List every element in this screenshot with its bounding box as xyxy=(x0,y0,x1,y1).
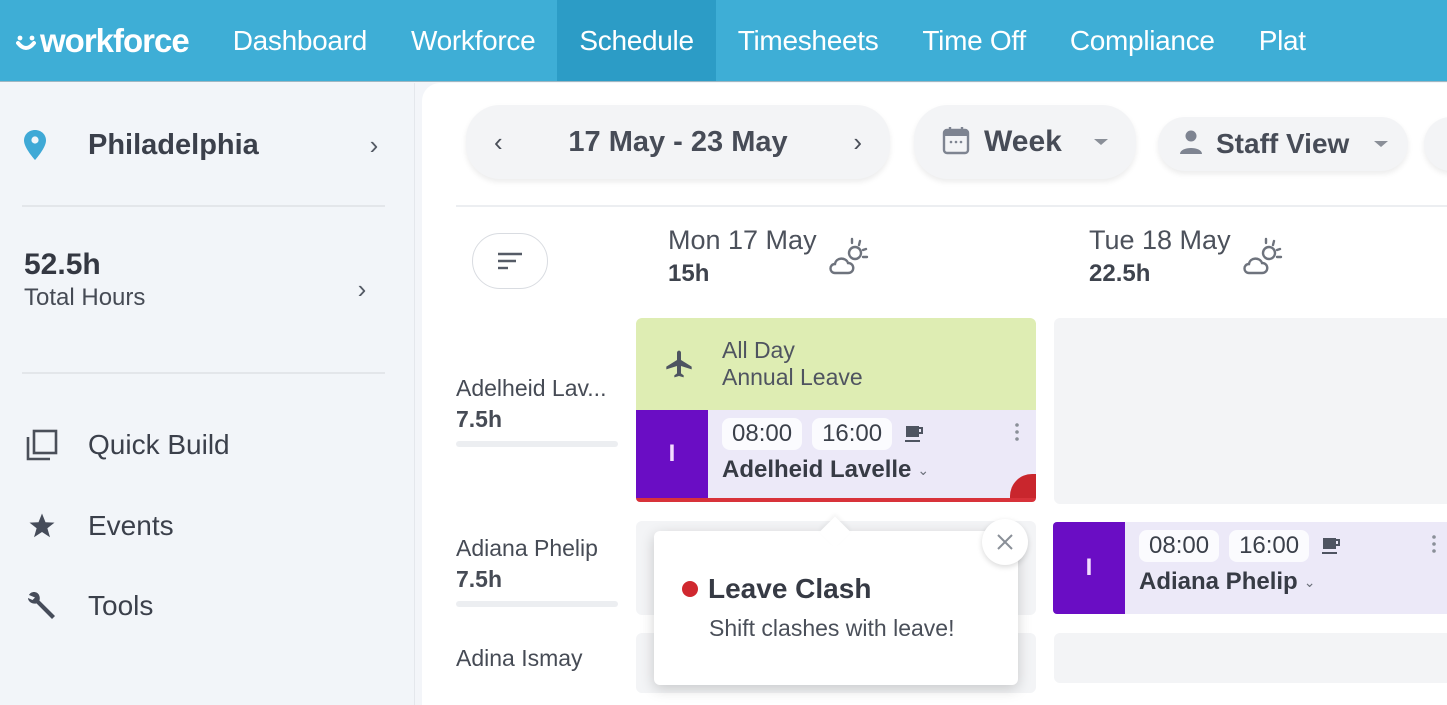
star-icon xyxy=(24,508,60,544)
schedule-panel: ‹ 17 May - 23 May › Week Staff View Mon … xyxy=(422,83,1447,705)
role-badge: I xyxy=(636,410,708,498)
top-nav: workforce Dashboard Workforce Schedule T… xyxy=(0,0,1447,82)
view-dropdown[interactable]: Staff View xyxy=(1158,117,1408,171)
person-icon xyxy=(1178,129,1204,160)
day-header-tue[interactable]: Tue 18 May 22.5h xyxy=(1089,225,1285,288)
day-hours: 15h xyxy=(668,260,710,287)
status-dot xyxy=(682,581,698,597)
close-icon xyxy=(997,534,1013,550)
nav-timesheets[interactable]: Timesheets xyxy=(716,0,901,81)
period-dropdown[interactable]: Week xyxy=(914,105,1136,179)
chevron-left-icon[interactable]: ‹ xyxy=(494,127,503,158)
day-label: Mon 17 May xyxy=(668,225,817,255)
empty-schedule-cell[interactable] xyxy=(1054,633,1447,683)
caret-down-icon xyxy=(1374,141,1388,147)
total-hours-summary[interactable]: 52.5h Total Hours › xyxy=(24,248,384,312)
sidebar-item-label: Quick Build xyxy=(88,429,230,460)
leave-block[interactable]: All Day Annual Leave xyxy=(636,318,1036,410)
sidebar-item-events[interactable]: Events xyxy=(24,504,384,548)
leave-duration: All Day xyxy=(722,337,795,363)
shift-end-time[interactable]: 16:00 xyxy=(812,418,893,450)
location-label: Philadelphia xyxy=(88,128,259,161)
day-label: Tue 18 May xyxy=(1089,225,1231,255)
calendar-icon xyxy=(942,125,970,160)
sort-lines-icon xyxy=(498,252,522,270)
date-range-picker: ‹ 17 May - 23 May › xyxy=(466,105,890,179)
location-selector[interactable]: Philadelphia › xyxy=(24,123,384,167)
logo-text: workforce xyxy=(40,21,190,59)
shift-card[interactable]: I 08:00 16:00 Adelheid Lavelle ⌄ xyxy=(636,410,1036,502)
staff-row[interactable]: Adina Ismay xyxy=(456,645,626,672)
more-options-button[interactable] xyxy=(1424,117,1447,171)
shift-employee-name[interactable]: Adelheid Lavelle xyxy=(722,456,911,484)
map-pin-icon xyxy=(24,127,60,163)
staff-name: Adelheid Lav... xyxy=(456,375,607,401)
nav-workforce[interactable]: Workforce xyxy=(389,0,557,81)
chevron-right-icon: › xyxy=(369,129,379,160)
shift-end-time[interactable]: 16:00 xyxy=(1229,530,1310,562)
period-label: Week xyxy=(984,125,1062,158)
logo-smile-icon xyxy=(16,35,36,50)
chevron-down-icon[interactable]: ⌄ xyxy=(917,462,929,479)
leave-clash-popover: Leave Clash Shift clashes with leave! xyxy=(654,516,1028,685)
day-header-mon[interactable]: Mon 17 May 15h xyxy=(668,225,871,288)
total-hours-label: Total Hours xyxy=(24,284,146,311)
kebab-menu-icon[interactable] xyxy=(1431,534,1437,554)
total-hours-value: 52.5h xyxy=(24,248,101,281)
staff-hours: 7.5h xyxy=(456,566,503,592)
chevron-down-icon[interactable]: ⌄ xyxy=(1304,574,1316,591)
shift-card[interactable]: I 08:00 16:00 Adiana Phelip ⌄ xyxy=(1053,522,1447,614)
chevron-right-icon[interactable]: › xyxy=(853,127,862,158)
copy-stack-icon xyxy=(24,427,60,463)
nav-schedule[interactable]: Schedule xyxy=(557,0,716,81)
popover-message: Shift clashes with leave! xyxy=(709,615,955,641)
nav-compliance[interactable]: Compliance xyxy=(1048,0,1237,81)
staff-row[interactable]: Adelheid Lav... 7.5h xyxy=(456,375,626,447)
date-range-label[interactable]: 17 May - 23 May xyxy=(568,126,787,159)
chevron-right-icon: › xyxy=(357,274,367,304)
sidebar: Philadelphia › 52.5h Total Hours › Quick… xyxy=(0,83,415,705)
partly-cloudy-icon xyxy=(1242,237,1282,275)
nav-time-off[interactable]: Time Off xyxy=(900,0,1047,81)
sort-filter-button[interactable] xyxy=(472,233,548,289)
workforce-logo[interactable]: workforce xyxy=(0,0,211,81)
divider xyxy=(22,372,385,374)
hours-bar xyxy=(456,601,618,607)
leave-type: Annual Leave xyxy=(722,364,863,390)
shift-employee-name[interactable]: Adiana Phelip xyxy=(1139,568,1298,596)
partly-cloudy-icon xyxy=(828,237,868,275)
staff-name: Adiana Phelip xyxy=(456,535,598,561)
wrench-icon xyxy=(24,588,60,624)
divider xyxy=(456,205,1447,207)
close-button[interactable] xyxy=(982,519,1028,565)
nav-platform[interactable]: Plat xyxy=(1237,0,1328,81)
empty-schedule-cell[interactable] xyxy=(1054,318,1447,504)
break-cup-icon xyxy=(1322,538,1341,554)
sidebar-item-label: Tools xyxy=(88,590,154,621)
nav-dashboard[interactable]: Dashboard xyxy=(211,0,389,81)
staff-hours: 7.5h xyxy=(456,406,503,432)
staff-name: Adina Ismay xyxy=(456,645,583,671)
popover-title: Leave Clash xyxy=(708,573,872,604)
view-label: Staff View xyxy=(1216,128,1350,159)
role-badge: I xyxy=(1053,522,1125,614)
shift-start-time[interactable]: 08:00 xyxy=(1139,530,1220,562)
divider xyxy=(22,205,385,207)
sidebar-item-quick-build[interactable]: Quick Build xyxy=(24,423,384,467)
staff-row[interactable]: Adiana Phelip 7.5h xyxy=(456,535,626,607)
sidebar-item-label: Events xyxy=(88,510,174,541)
break-cup-icon xyxy=(905,426,924,442)
day-hours: 22.5h xyxy=(1089,260,1151,287)
sidebar-item-tools[interactable]: Tools xyxy=(24,584,384,628)
hours-bar xyxy=(456,441,618,447)
airplane-icon xyxy=(636,348,722,380)
shift-start-time[interactable]: 08:00 xyxy=(722,418,803,450)
caret-down-icon xyxy=(1094,139,1108,145)
kebab-menu-icon[interactable] xyxy=(1014,422,1020,442)
